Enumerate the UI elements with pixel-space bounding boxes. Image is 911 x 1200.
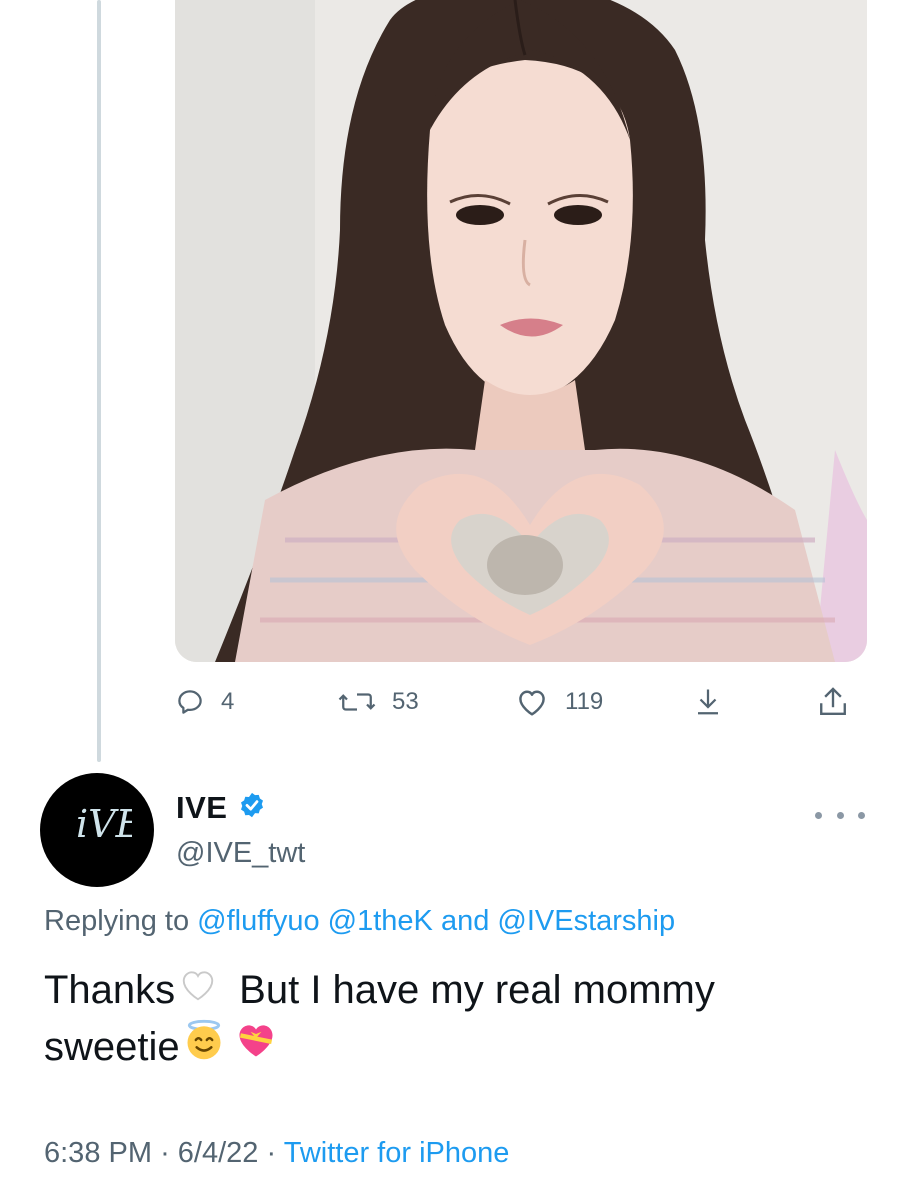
replying-to: Replying to @fluffyuo @1theK and @IVEsta… <box>44 905 675 938</box>
tweet-time: 6:38 PM <box>44 1137 152 1169</box>
more-options-icon-dot <box>858 811 865 819</box>
meta-separator: · <box>160 1137 170 1169</box>
tweet-text-line: Thanks But I have my real mommy <box>44 963 884 1018</box>
thread-connector-line <box>97 0 101 762</box>
ive-logo: iVE <box>76 802 132 846</box>
tweet-date: 6/4/22 <box>177 1137 259 1169</box>
mention-link[interactable]: @IVEstarship <box>497 905 675 937</box>
tweet-action-bar: 4 53 119 <box>0 680 911 724</box>
retweet-count: 53 <box>392 688 419 715</box>
tweet-text-segment: Thanks <box>44 968 176 1012</box>
reply-button[interactable]: 4 <box>175 680 234 724</box>
reply-count: 4 <box>221 688 235 715</box>
share-button[interactable] <box>817 680 849 724</box>
photo-illustration <box>175 0 867 662</box>
heart-icon <box>515 687 549 717</box>
like-button[interactable]: 119 <box>515 680 603 724</box>
reply-icon <box>175 687 205 717</box>
author-display-name[interactable]: IVE <box>176 790 227 826</box>
bookmark-download-icon <box>693 685 723 719</box>
mention-link[interactable]: @fluffyuo <box>197 905 319 937</box>
more-options-icon-dot <box>836 811 844 819</box>
tweet-meta: 6:38 PM · 6/4/22 · Twitter for iPhone <box>44 1137 509 1170</box>
mention-link[interactable]: @1theK <box>328 905 433 937</box>
author-handle[interactable]: @IVE_twt <box>176 837 305 870</box>
heart-with-ribbon-icon <box>234 1019 278 1076</box>
author-name-row: IVE <box>176 790 267 826</box>
ive-logo-text: iVE <box>76 802 132 846</box>
tweet-source-link[interactable]: Twitter for iPhone <box>284 1137 510 1169</box>
more-options-button[interactable] <box>815 800 865 830</box>
tweet-text: Thanks But I have my real mommy sweetie <box>44 963 884 1077</box>
white-heart-icon <box>179 963 217 1018</box>
retweet-button[interactable]: 53 <box>338 680 419 724</box>
tweet-photo[interactable] <box>175 0 867 662</box>
tweet-text-line: sweetie <box>44 1018 884 1077</box>
share-icon <box>817 685 849 719</box>
like-count: 119 <box>565 688 604 715</box>
smiling-face-with-halo-icon <box>182 1018 226 1077</box>
bookmark-button[interactable] <box>693 680 723 724</box>
tweet-text-segment: sweetie <box>44 1025 180 1069</box>
replying-prefix: Replying to <box>44 905 190 937</box>
retweet-icon <box>338 687 376 717</box>
more-options-icon-dot <box>815 811 822 819</box>
meta-separator: · <box>266 1137 277 1169</box>
avatar[interactable]: iVE <box>40 773 154 887</box>
tweet-text-segment: But I have my real mommy <box>239 968 715 1012</box>
mention-conjunction[interactable]: and <box>441 905 489 937</box>
verified-badge-icon <box>237 791 267 826</box>
